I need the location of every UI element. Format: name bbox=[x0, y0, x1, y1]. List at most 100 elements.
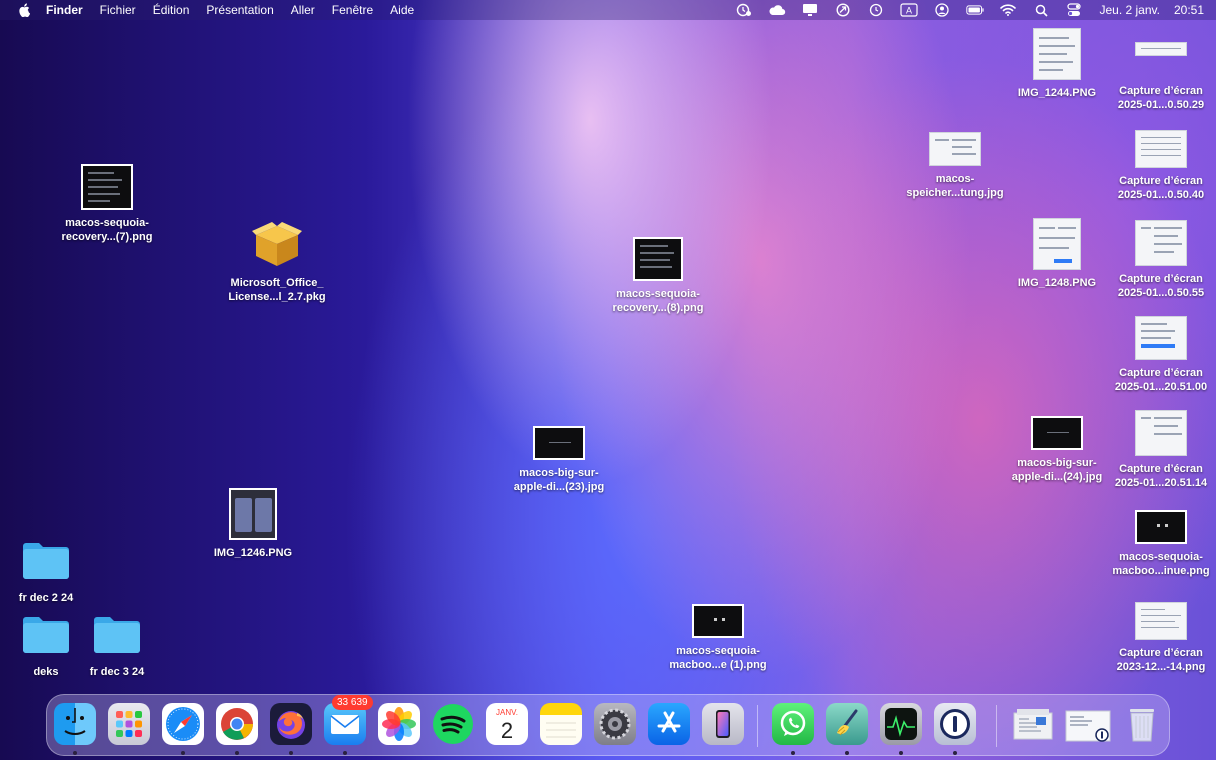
chrome-icon[interactable] bbox=[216, 703, 258, 745]
dock: 33 639 JANV. 2 bbox=[46, 694, 1170, 756]
file-thumbnail bbox=[1135, 316, 1187, 360]
dock-separator bbox=[996, 705, 997, 747]
display-icon[interactable] bbox=[801, 3, 819, 17]
safari-icon[interactable] bbox=[162, 703, 204, 745]
file-label: Capture d’écran 2025-01...20.51.14 bbox=[1114, 463, 1208, 489]
file-label: IMG_1246.PNG bbox=[213, 547, 293, 559]
file-thumbnail bbox=[692, 604, 744, 638]
menu-presentation[interactable]: Présentation bbox=[206, 3, 273, 17]
file-label: macos-sequoia- recovery...(8).png bbox=[612, 288, 704, 314]
photos-icon[interactable] bbox=[378, 703, 420, 745]
whatsapp-icon[interactable] bbox=[772, 703, 814, 745]
recent-document-icon[interactable] bbox=[1064, 703, 1112, 745]
running-indicator bbox=[289, 751, 293, 755]
menu-clock[interactable]: 20:51 bbox=[1174, 3, 1204, 17]
running-indicator bbox=[953, 751, 957, 755]
running-indicator bbox=[791, 751, 795, 755]
dock-separator bbox=[757, 705, 758, 747]
app-store-icon[interactable] bbox=[648, 703, 690, 745]
search-icon[interactable] bbox=[1032, 3, 1050, 17]
finder-icon[interactable] bbox=[54, 703, 96, 745]
firefox-icon[interactable] bbox=[270, 703, 312, 745]
desktop-file[interactable]: macos-sequoia- macboo...inue.png bbox=[1106, 510, 1216, 578]
file-thumbnail bbox=[1135, 130, 1187, 168]
menu-bar: Finder Fichier Édition Présentation Alle… bbox=[0, 0, 1216, 20]
cleanmymac-icon[interactable] bbox=[826, 703, 868, 745]
keyboard-input-icon[interactable]: A bbox=[900, 3, 919, 17]
menu-app-name[interactable]: Finder bbox=[46, 3, 83, 17]
file-thumbnail bbox=[229, 488, 277, 540]
system-settings-icon[interactable] bbox=[594, 703, 636, 745]
running-indicator bbox=[343, 751, 347, 755]
file-thumbnail bbox=[1135, 42, 1187, 56]
desktop-file[interactable]: IMG_1246.PNG bbox=[198, 488, 308, 560]
menu-aide[interactable]: Aide bbox=[390, 3, 414, 17]
desktop-file[interactable]: Capture d’écran 2025-01...0.50.55 bbox=[1106, 220, 1216, 300]
desktop-folder[interactable]: fr dec 3 24 bbox=[62, 614, 172, 679]
file-thumbnail bbox=[1033, 218, 1081, 270]
desktop-file[interactable]: macos-sequoia- recovery...(7).png bbox=[52, 164, 162, 244]
activity-monitor-icon[interactable] bbox=[880, 703, 922, 745]
spotify-icon[interactable] bbox=[432, 703, 474, 745]
desktop-file[interactable]: macos-sequoia- recovery...(8).png bbox=[603, 237, 713, 315]
file-label: IMG_1244.PNG bbox=[1017, 87, 1097, 99]
file-label: macos-sequoia- recovery...(7).png bbox=[61, 217, 153, 243]
desktop-file[interactable]: macos-sequoia- macboo...e (1).png bbox=[663, 604, 773, 672]
desktop-file[interactable]: IMG_1248.PNG bbox=[1002, 218, 1112, 290]
desktop-file[interactable]: Capture d’écran 2025-01...20.51.00 bbox=[1106, 316, 1216, 394]
running-indicator bbox=[845, 751, 849, 755]
desktop-file[interactable]: macos- speicher...tung.jpg bbox=[900, 132, 1010, 200]
file-label: Capture d’écran 2025-01...0.50.55 bbox=[1117, 273, 1205, 299]
desktop-file[interactable]: macos-big-sur- apple-di...(24).jpg bbox=[1002, 416, 1112, 484]
menu-edition[interactable]: Édition bbox=[153, 3, 190, 17]
downloads-stack-icon[interactable] bbox=[1010, 703, 1056, 745]
mail-icon[interactable]: 33 639 bbox=[324, 695, 373, 745]
desktop-folder[interactable]: fr dec 2 24 bbox=[0, 540, 101, 605]
menu-fenetre[interactable]: Fenêtre bbox=[332, 3, 373, 17]
file-label: macos- speicher...tung.jpg bbox=[906, 173, 1004, 199]
menu-fichier[interactable]: Fichier bbox=[100, 3, 136, 17]
sync-icon[interactable] bbox=[834, 3, 852, 17]
time-machine-icon[interactable] bbox=[867, 3, 885, 17]
file-label: Capture d’écran 2025-01...0.50.40 bbox=[1117, 175, 1205, 201]
desktop-file[interactable]: Capture d’écran 2025-01...0.50.40 bbox=[1106, 130, 1216, 202]
notes-icon[interactable] bbox=[540, 703, 582, 745]
running-indicator bbox=[73, 751, 77, 755]
mail-badge: 33 639 bbox=[332, 695, 373, 710]
svg-text:A: A bbox=[906, 6, 912, 16]
svg-text:JANV.: JANV. bbox=[496, 708, 518, 717]
file-label: Capture d’écran 2025-01...0.50.29 bbox=[1117, 85, 1205, 111]
desktop-file[interactable]: Microsoft_Office_ License...l_2.7.pkg bbox=[222, 218, 332, 304]
user-icon[interactable] bbox=[933, 3, 951, 17]
iphone-mirroring-icon[interactable] bbox=[702, 703, 744, 745]
control-center-icon[interactable] bbox=[1065, 3, 1083, 17]
1password-icon[interactable] bbox=[934, 703, 976, 745]
running-indicator bbox=[235, 751, 239, 755]
file-label: macos-big-sur- apple-di...(24).jpg bbox=[1011, 457, 1103, 483]
running-indicator bbox=[181, 751, 185, 755]
file-label: Microsoft_Office_ License...l_2.7.pkg bbox=[228, 277, 326, 303]
screen-time-icon[interactable] bbox=[735, 3, 753, 17]
calendar-icon[interactable]: JANV. 2 bbox=[486, 703, 528, 745]
desktop-file[interactable]: Capture d’écran 2025-01...20.51.14 bbox=[1106, 410, 1216, 490]
file-label: macos-sequoia- macboo...e (1).png bbox=[669, 645, 767, 671]
battery-icon[interactable] bbox=[966, 3, 985, 17]
desktop-file[interactable]: IMG_1244.PNG bbox=[1002, 28, 1112, 100]
icloud-icon[interactable] bbox=[768, 3, 786, 17]
desktop-file[interactable]: macos-big-sur- apple-di...(23).jpg bbox=[504, 426, 614, 494]
file-label: Capture d’écran 2025-01...20.51.00 bbox=[1114, 367, 1208, 393]
folder-icon bbox=[94, 617, 140, 653]
file-thumbnail bbox=[929, 132, 981, 166]
trash-icon[interactable] bbox=[1121, 703, 1163, 745]
wifi-icon[interactable] bbox=[999, 3, 1017, 17]
file-label: macos-sequoia- macboo...inue.png bbox=[1112, 551, 1210, 577]
folder-icon bbox=[23, 543, 69, 579]
apple-menu-icon[interactable] bbox=[18, 3, 32, 17]
desktop-file[interactable]: Capture d’écran 2025-01...0.50.29 bbox=[1106, 42, 1216, 112]
desktop-file[interactable]: Capture d’écran 2023-12...-14.png bbox=[1106, 602, 1216, 674]
file-thumbnail bbox=[533, 426, 585, 460]
menu-aller[interactable]: Aller bbox=[291, 3, 315, 17]
menu-date[interactable]: Jeu. 2 janv. bbox=[1099, 3, 1159, 17]
file-thumbnail bbox=[1135, 510, 1187, 544]
launchpad-icon[interactable] bbox=[108, 703, 150, 745]
